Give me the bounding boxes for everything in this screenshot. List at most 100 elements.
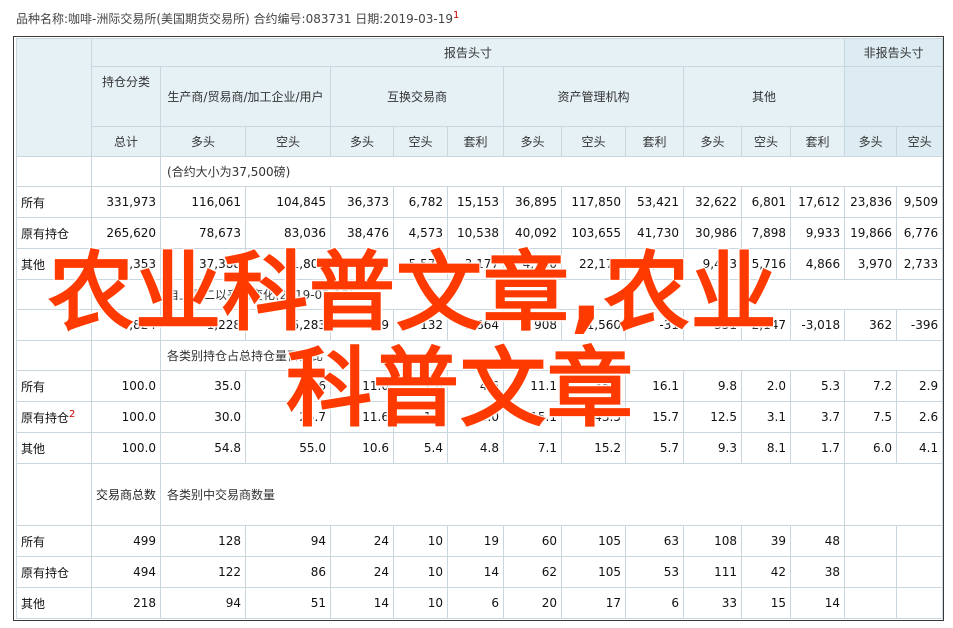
- table-cell: 36,895: [503, 186, 562, 218]
- header-spread: 套利: [447, 126, 504, 157]
- header-short: 空头: [741, 126, 791, 157]
- table-cell: 32,622: [683, 186, 742, 218]
- row-label-text: 所有: [21, 379, 46, 394]
- table-cell: -31: [625, 309, 684, 341]
- table-cell: 16.1: [625, 370, 684, 402]
- table-cell: 24: [330, 556, 394, 588]
- table-cell: 4,573: [393, 217, 448, 249]
- table-cell: -3,018: [789, 309, 846, 341]
- table-cell: 31.6: [245, 370, 331, 402]
- table-cell: 30,986: [683, 217, 742, 249]
- table-cell: 6,824: [91, 309, 161, 341]
- table-cell: 6,801: [741, 186, 791, 218]
- table-cell: 94: [245, 525, 331, 557]
- header-producer: 生产商/贸易商/加工企业/用户: [160, 66, 331, 127]
- table-cell: 4.6: [447, 370, 504, 402]
- table-cell: 19: [447, 525, 504, 557]
- row-label: 其他: [16, 432, 92, 464]
- table-cell: 117,850: [561, 186, 626, 218]
- footnote-1: 1: [453, 10, 460, 21]
- row-label-text: 其他: [21, 257, 46, 272]
- table-cell: 351: [683, 309, 742, 341]
- table-cell: 9.8: [683, 370, 742, 402]
- table-cell: 10.6: [330, 432, 394, 464]
- table-cell: 2.9: [896, 370, 944, 402]
- table-cell: 1,864: [447, 309, 504, 341]
- table-cell: [896, 587, 944, 619]
- blank-cell: [16, 156, 92, 187]
- table-cell: 3,970: [844, 248, 898, 280]
- table-cell: 3.1: [741, 401, 791, 433]
- table-cell: 9,509: [896, 186, 944, 218]
- table-cell: 11.6: [330, 401, 394, 433]
- table-cell: 908: [503, 309, 562, 341]
- table-cell: 55.0: [245, 432, 331, 464]
- table-cell: 7.1: [503, 432, 562, 464]
- row-label: 其他: [16, 248, 92, 280]
- table-cell: 43.5: [561, 401, 626, 433]
- table-cell: 15,153: [447, 186, 504, 218]
- table-row: 原有持仓 265,620 78,673 83,036 38,476 4,573 10,538…: [16, 217, 944, 249]
- row-label-text: 原有持仓: [21, 410, 70, 425]
- table-cell: 2,733: [896, 248, 944, 280]
- table-cell: 1,477: [330, 248, 394, 280]
- table-row: 所有 331,973 116,061 104,845 36,373 6,782 15,153…: [16, 186, 944, 218]
- table-cell: 24: [330, 525, 394, 557]
- table-cell: 5,570: [393, 248, 448, 280]
- table-row: 所有 100.0 35.0 31.6 11.0 2.0 4.6 11.1 35.5 16.1 9.8…: [16, 370, 944, 402]
- cot-table: 报告头寸 非报告头寸 持仓分类 生产商/贸易商/加工企业/用户 互换交易商 资产…: [16, 38, 944, 619]
- table-cell: 6.0: [844, 432, 898, 464]
- row-label-text: 所有: [21, 534, 46, 549]
- table-row: 原有持仓2 100.0 30.0 25.7 11.6 1.7 4.0 15.1 43.5 15.7…: [16, 401, 944, 433]
- table-cell: 86: [245, 556, 331, 588]
- table-cell: 14: [330, 587, 394, 619]
- table-cell: 494: [91, 556, 161, 588]
- table-cell: 22,173: [561, 248, 626, 280]
- table-cell: 30.0: [160, 401, 246, 433]
- table-cell: 40,092: [503, 217, 562, 249]
- header-total: 总计: [91, 126, 161, 157]
- blank-cell: [91, 279, 161, 310]
- row-label: 所有: [16, 525, 92, 557]
- section-change: 自上周二以来的变化(2019-03-12): [159, 279, 944, 310]
- section-contract-size: (合约大小为37,500磅): [159, 156, 944, 187]
- table-cell: 12.5: [683, 401, 742, 433]
- table-cell: 5.7: [625, 432, 684, 464]
- header-long: 多头: [844, 126, 898, 157]
- table-cell: 9,933: [789, 217, 846, 249]
- header-long: 多头: [683, 126, 742, 157]
- table-cell: 9.3: [683, 432, 742, 464]
- report-info: 品种名称:咖啡-洲际交易所(美国期货交易所) 合约编号:083731 日期:20…: [16, 10, 459, 27]
- row-label-text: 原有持仓: [21, 226, 70, 241]
- table-cell: 38,476: [330, 217, 394, 249]
- table-cell: -396: [896, 309, 944, 341]
- table-cell: -2,147: [741, 309, 791, 341]
- positions-body: 所有 331,973 116,061 104,845 36,373 6,782 15,153…: [16, 186, 944, 280]
- table-cell: 265,620: [91, 217, 161, 249]
- blank-cell: [16, 463, 92, 526]
- row-label: 其他: [16, 587, 92, 619]
- table-cell: 362: [844, 309, 898, 341]
- blank-cell: [91, 340, 161, 371]
- row-label-text: 其他: [21, 441, 46, 456]
- table-cell: 11.1: [503, 370, 562, 402]
- table-cell: 10: [393, 556, 448, 588]
- table-cell: 48: [789, 525, 846, 557]
- table-row: 其他 218 94 51 14 10 6 20 17 6 33 15 14: [16, 587, 944, 619]
- header-position-class: 持仓分类: [91, 66, 161, 127]
- table-cell: 15: [741, 587, 791, 619]
- table-cell: 5,283: [245, 309, 331, 341]
- table-cell: 1.7: [393, 401, 448, 433]
- table-cell: 51: [245, 587, 331, 619]
- table-cell: 36,373: [330, 186, 394, 218]
- table-cell: 4.0: [447, 401, 504, 433]
- table-cell: 104,845: [245, 186, 331, 218]
- blank-cell: [16, 279, 92, 310]
- table-cell: 6,776: [896, 217, 944, 249]
- blank-cell: [91, 156, 161, 187]
- table-cell: 41,730: [625, 217, 684, 249]
- section-pct: 各类别持仓占总持仓量百分比: [159, 340, 944, 371]
- table-cell: 128: [160, 525, 246, 557]
- table-cell: 83,036: [245, 217, 331, 249]
- header-short: 空头: [245, 126, 331, 157]
